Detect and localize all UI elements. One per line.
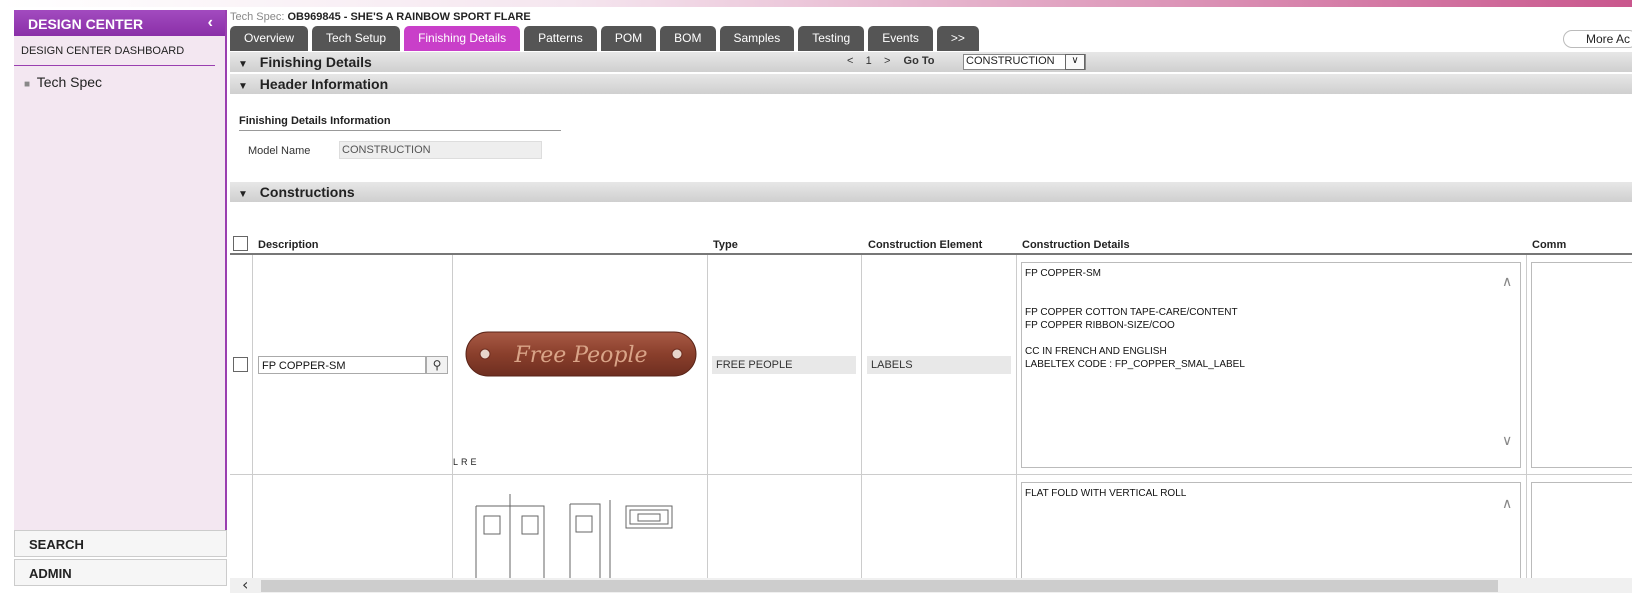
collapse-triangle-icon: ▼	[238, 189, 248, 200]
tab-tech-setup[interactable]: Tech Setup	[312, 26, 401, 51]
top-accent-line	[0, 0, 1632, 7]
comments-textarea[interactable]	[1531, 262, 1632, 468]
main-content: Tech Spec: OB969845 - SHE'S A RAINBOW SP…	[230, 10, 1632, 609]
tab-bar: Overview Tech Setup Finishing Details Pa…	[230, 26, 979, 51]
sidebar-item-dashboard[interactable]: DESIGN CENTER DASHBOARD	[14, 36, 215, 66]
sidebar-item-tech-spec[interactable]: ■ Tech Spec	[14, 66, 225, 98]
model-name-field: CONSTRUCTION	[339, 141, 542, 159]
collapse-triangle-icon: ▼	[238, 81, 248, 92]
comments-textarea[interactable]	[1531, 482, 1632, 592]
goto-select-value: CONSTRUCTION	[966, 55, 1055, 67]
table-header-divider	[230, 253, 1632, 255]
scrollbar-thumb[interactable]	[261, 580, 1498, 592]
model-name-label: Model Name	[248, 145, 311, 157]
tab-testing[interactable]: Testing	[798, 26, 865, 51]
pager-next-button[interactable]: >	[884, 55, 890, 67]
goto-select[interactable]: CONSTRUCTION ∨	[963, 54, 1086, 70]
select-all-checkbox[interactable]	[233, 236, 248, 251]
constructions-section-bar[interactable]: ▼ Constructions	[230, 182, 1632, 202]
tab-samples[interactable]: Samples	[719, 26, 795, 51]
garment-sketch-image	[475, 494, 673, 582]
collapse-chevron-icon[interactable]: ‹	[208, 14, 213, 32]
column-header-comments[interactable]: Comm	[1532, 239, 1566, 251]
scroll-left-icon[interactable]: ‹	[242, 575, 248, 594]
more-actions-button[interactable]: More Ac	[1563, 30, 1632, 48]
column-divider	[707, 255, 708, 580]
finishing-details-info-title: Finishing Details Information	[239, 115, 561, 131]
label-patch-text: Free People	[513, 343, 647, 368]
tech-spec-breadcrumb: Tech Spec: OB969845 - SHE'S A RAINBOW SP…	[230, 10, 1632, 25]
chevron-up-icon[interactable]: ∧	[1502, 496, 1512, 512]
section-title: Finishing Details	[259, 54, 372, 70]
tab-overview[interactable]: Overview	[230, 26, 309, 51]
construction-details-textarea[interactable]: FLAT FOLD WITH VERTICAL ROLL	[1021, 482, 1521, 592]
tab-finishing-details[interactable]: Finishing Details	[404, 26, 521, 51]
sidebar-title: DESIGN CENTER	[28, 16, 144, 32]
type-field: FREE PEOPLE	[712, 356, 856, 374]
sidebar-search-button[interactable]: SEARCH	[14, 530, 227, 557]
row-checkbox[interactable]	[233, 357, 248, 372]
sidebar-item-label: Tech Spec	[36, 74, 103, 90]
chevron-down-icon[interactable]: ∨	[1065, 54, 1085, 70]
tab-bom[interactable]: BOM	[660, 26, 716, 51]
horizontal-scrollbar[interactable]: ‹	[230, 575, 1632, 594]
column-header-description[interactable]: Description	[258, 239, 319, 251]
column-header-construction-element[interactable]: Construction Element	[868, 239, 982, 251]
sidebar: DESIGN CENTER ‹ DESIGN CENTER DASHBOARD …	[14, 10, 227, 553]
bullet-icon: ■	[24, 79, 31, 90]
tab-pom[interactable]: POM	[600, 26, 657, 51]
column-divider	[452, 255, 453, 580]
chevron-up-icon[interactable]: ∧	[1502, 274, 1512, 290]
column-divider	[1016, 255, 1017, 580]
pager: < 1 > Go To	[847, 55, 935, 67]
tab-events[interactable]: Events	[868, 26, 933, 51]
tab-patterns[interactable]: Patterns	[524, 26, 597, 51]
pager-prev-button[interactable]: <	[847, 55, 853, 67]
pager-page: 1	[865, 55, 872, 67]
image-caption: LRE	[453, 457, 480, 467]
column-header-construction-details[interactable]: Construction Details	[1022, 239, 1130, 251]
tech-spec-label: Tech Spec:	[230, 11, 285, 23]
sidebar-header[interactable]: DESIGN CENTER ‹	[14, 10, 225, 36]
tab-more[interactable]: >>	[936, 26, 979, 51]
tech-spec-value: OB969845 - SHE'S A RAINBOW SPORT FLARE	[287, 11, 531, 23]
finishing-details-section-bar[interactable]: ▼ Finishing Details < 1 > Go To CONSTRUC…	[230, 52, 1632, 72]
description-input[interactable]: FP COPPER-SM	[258, 356, 426, 374]
sidebar-admin-button[interactable]: ADMIN	[14, 559, 227, 586]
construction-details-textarea[interactable]: FP COPPER-SM FP COPPER COTTON TAPE-CARE/…	[1021, 262, 1521, 468]
collapse-triangle-icon: ▼	[238, 59, 248, 70]
chevron-down-icon[interactable]: ∨	[1502, 433, 1512, 449]
column-divider	[1526, 255, 1527, 580]
column-divider	[252, 255, 253, 580]
header-information-section-bar[interactable]: ▼ Header Information	[230, 74, 1632, 94]
label-patch-image: Free People	[465, 331, 697, 377]
section-title: Constructions	[259, 184, 355, 200]
construction-element-field: LABELS	[867, 356, 1011, 374]
row-divider	[230, 474, 1632, 475]
goto-label: Go To	[903, 55, 935, 67]
column-divider	[861, 255, 862, 580]
section-title: Header Information	[259, 76, 389, 92]
column-header-type[interactable]: Type	[713, 239, 738, 251]
search-icon[interactable]: ⚲	[426, 356, 448, 374]
